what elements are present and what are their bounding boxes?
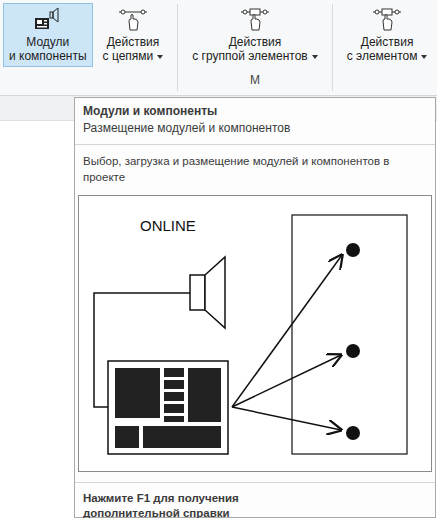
group-separator xyxy=(177,4,178,91)
button-label: с группой элементов xyxy=(192,49,317,63)
dropdown-arrow-icon xyxy=(421,55,427,59)
ribbon-button[interactable]: Действияс цепями xyxy=(97,3,170,67)
ribbon-button[interactable]: Модулии компоненты xyxy=(3,3,93,67)
tooltip-image: ONLINE xyxy=(78,195,432,472)
tooltip-footer: Нажмите F1 для получениядополнительной с… xyxy=(83,491,432,518)
ribbon: Модулии компоненты Действияс цепями Дейс… xyxy=(0,0,437,96)
group-label xyxy=(341,73,434,87)
button-label: Модули xyxy=(26,35,69,49)
button-label: с элементом xyxy=(347,49,428,63)
ribbon-group: Действияс группой элементов М xyxy=(186,0,323,95)
ribbon-group: Модулии компоненты Действияс цепями xyxy=(3,0,169,95)
dropdown-arrow-icon xyxy=(312,55,318,59)
group-label xyxy=(3,73,169,87)
online-diagram: ONLINE xyxy=(78,195,432,472)
button-label: с цепями xyxy=(103,49,164,63)
tooltip: Модули и компоненты Размещение модулей и… xyxy=(74,97,436,518)
svg-text:ONLINE: ONLINE xyxy=(140,217,196,234)
button-label: Действия xyxy=(361,35,414,49)
hand-chain-icon xyxy=(371,6,403,32)
ribbon-group: Действияс элементом xyxy=(341,0,434,95)
tooltip-description: Выбор, загрузка и размещение модулей и к… xyxy=(83,153,432,185)
ribbon-button[interactable]: Действияс элементом xyxy=(341,3,434,67)
hand-chain-icon xyxy=(239,6,271,32)
button-label: Действия xyxy=(107,35,160,49)
button-label: и компоненты xyxy=(9,49,87,63)
tooltip-subtitle: Размещение модулей и компонентов xyxy=(83,121,432,136)
hand-chain-icon xyxy=(117,6,149,32)
ribbon-button[interactable]: Действияс группой элементов xyxy=(186,3,323,67)
group-separator xyxy=(332,4,333,91)
dropdown-arrow-icon xyxy=(157,55,163,59)
speaker-icon xyxy=(190,257,225,328)
group-label: М xyxy=(186,73,323,87)
page: Модулии компоненты Действияс цепями Дейс… xyxy=(0,0,437,518)
module-speaker-icon xyxy=(32,6,64,32)
button-label: Действия xyxy=(229,35,282,49)
tooltip-title: Модули и компоненты xyxy=(83,104,432,119)
module-icon xyxy=(108,361,228,454)
